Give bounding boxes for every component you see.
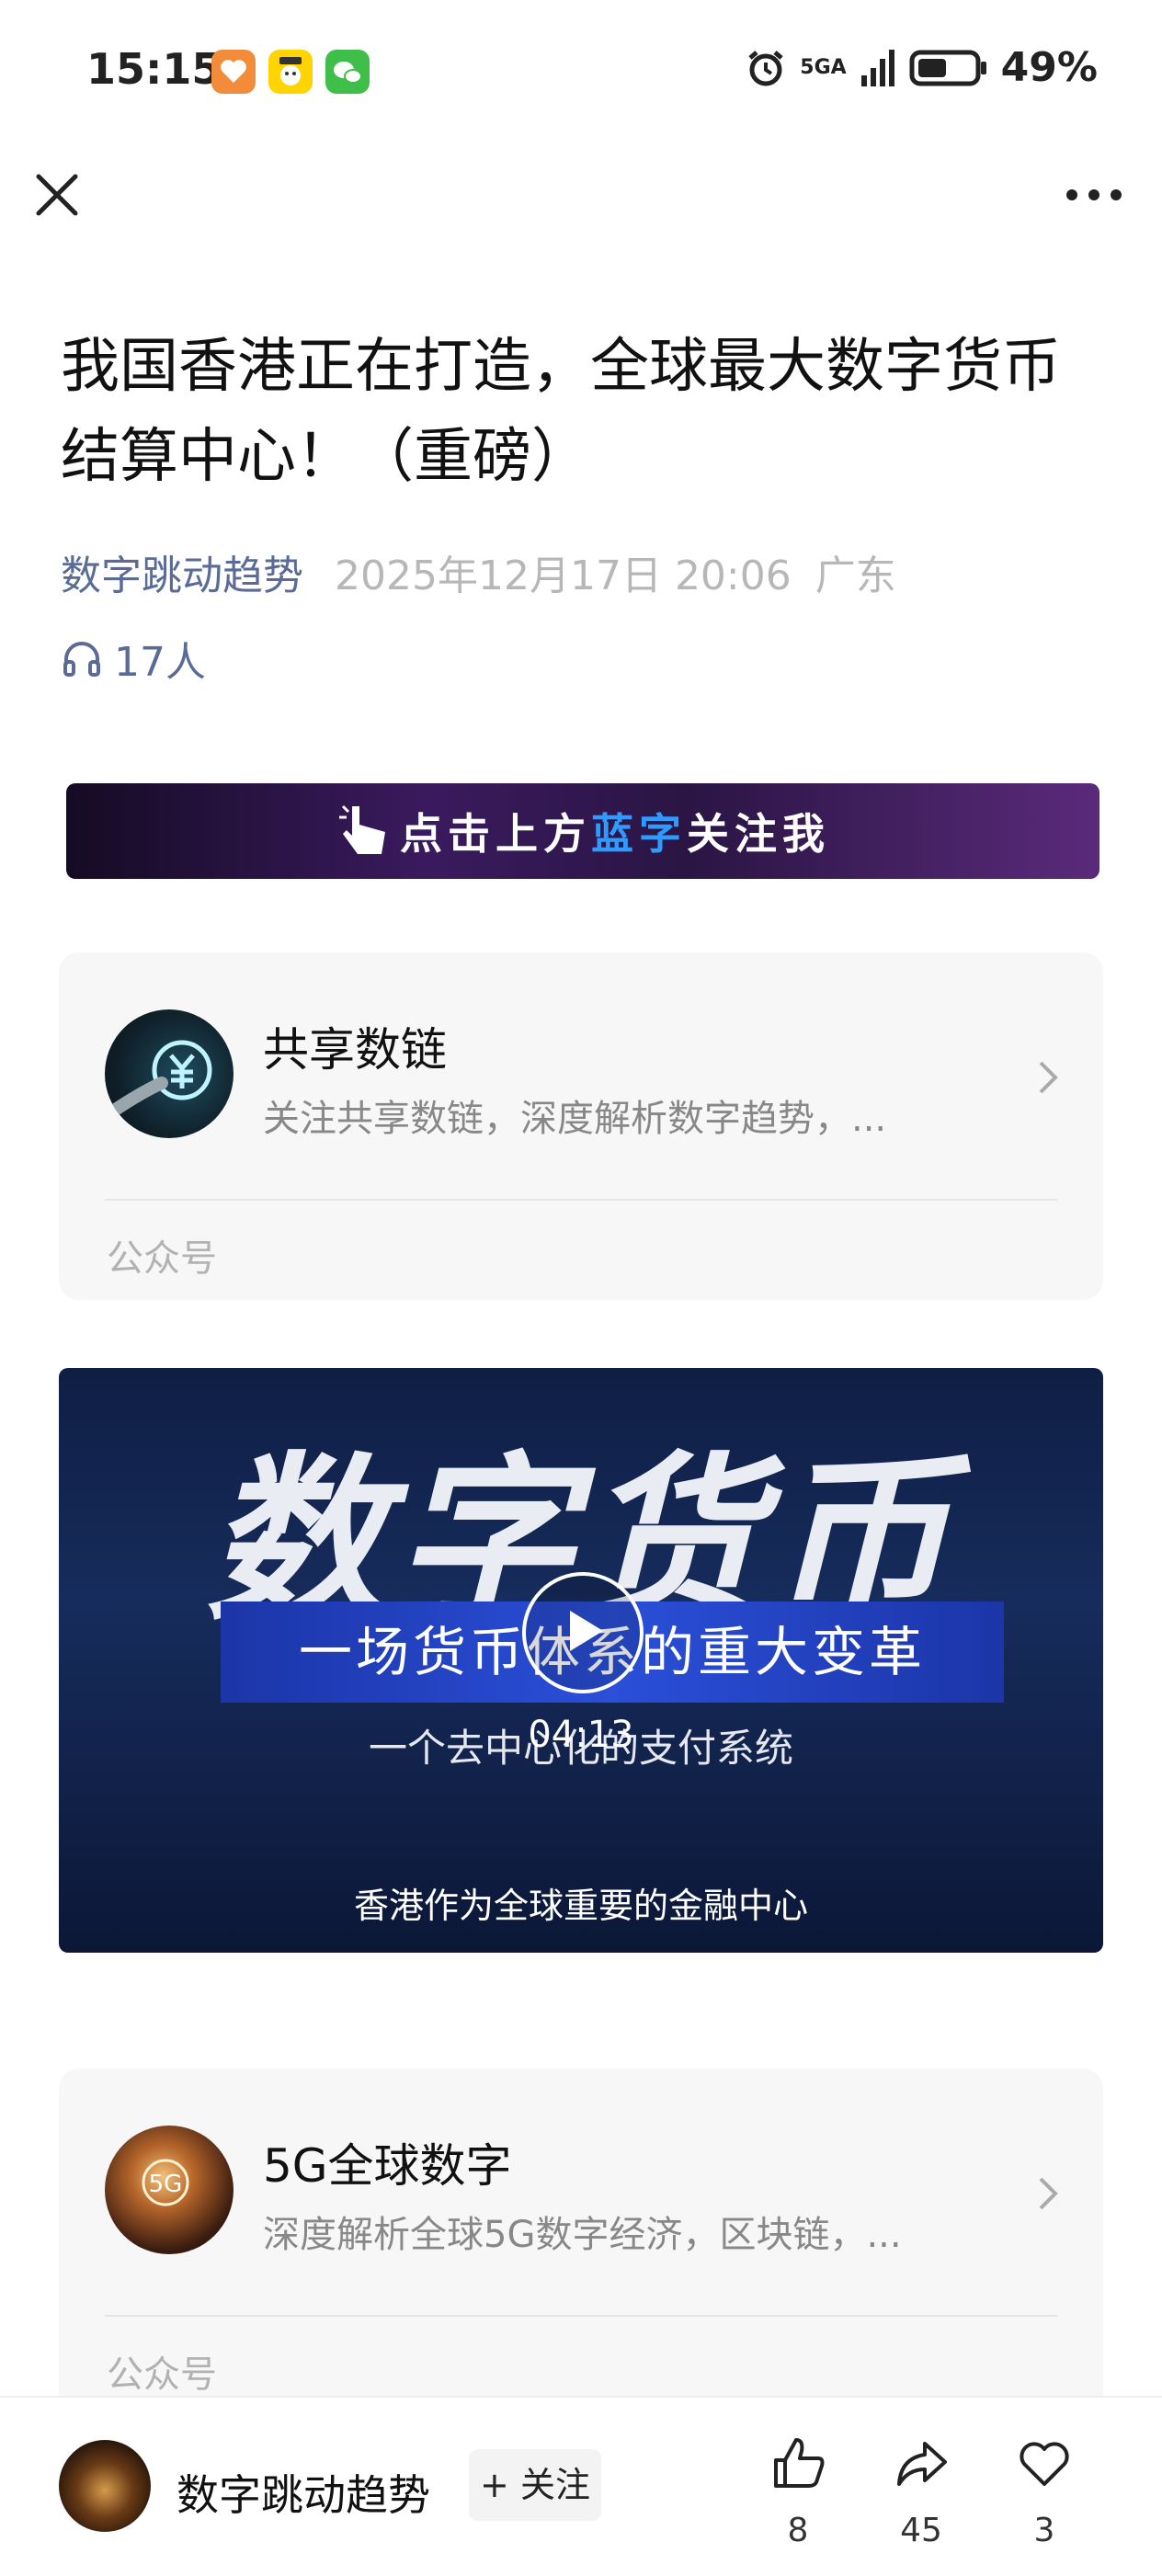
battery-percent: 49% <box>1000 44 1098 91</box>
wechat-icon <box>325 50 370 94</box>
like-button[interactable]: 8 <box>752 2434 844 2549</box>
account-desc: 关注共享数链，深度解析数字趋势，... <box>263 1098 887 1140</box>
close-button[interactable] <box>28 165 86 224</box>
account-name: 共享数链 <box>263 1023 447 1077</box>
thumbs-up-icon <box>774 2438 825 2488</box>
account-name: 5G全球数字 <box>263 2139 512 2193</box>
close-icon <box>36 174 78 216</box>
yuan-coin-icon <box>108 1040 212 1117</box>
chevron-right-icon <box>1039 1061 1058 1094</box>
account-type: 公众号 <box>107 1237 217 1280</box>
card-divider <box>105 1199 1057 1201</box>
share-count: 45 <box>900 2512 942 2549</box>
5g-logo-icon: 5G <box>142 2159 189 2206</box>
account-desc: 深度解析全球5G数字经济，区块链，... <box>263 2214 902 2256</box>
publish-date: 2025年12月17日 20:06 <box>335 553 792 599</box>
account-avatar <box>105 1009 234 1138</box>
play-button[interactable] <box>522 1572 644 1693</box>
status-indicators: 5GA 49% <box>745 44 1098 91</box>
game-app-icon <box>268 50 313 94</box>
video-player[interactable]: 数字货币 一场货币体系的重大变革 一个去中心化的支付系统 香港作为全球重要的金融… <box>59 1368 1103 1953</box>
banner-text-before: 点击上方 <box>400 809 591 859</box>
bottom-action-bar: 数字跳动趋势 + 关注 8 45 3 <box>0 2396 1162 2576</box>
video-caption: 香港作为全球重要的金融中心 <box>353 1886 808 1926</box>
banner-text-after: 关注我 <box>687 809 830 859</box>
article-meta: 数字跳动趋势 2025年12月17日 20:06 广东 <box>61 542 896 601</box>
author-link[interactable]: 数字跳动趋势 <box>61 553 303 599</box>
heart-icon <box>1020 2442 1069 2486</box>
favorite-button[interactable]: 3 <box>998 2434 1090 2549</box>
status-time: 15:15 <box>86 44 222 94</box>
listen-count[interactable]: 17人 <box>61 629 206 688</box>
network-type: 5GA <box>800 56 847 79</box>
account-avatar: 5G <box>105 2126 234 2254</box>
battery-icon <box>909 50 986 85</box>
top-bar <box>0 165 1162 248</box>
like-count: 8 <box>787 2512 809 2549</box>
pointer-hand-icon <box>339 804 385 854</box>
banner-text: 点击上方 蓝字 关注我 <box>66 783 1099 879</box>
more-icon <box>1066 189 1122 200</box>
publish-location: 广东 <box>815 553 896 599</box>
signal-icon <box>860 49 894 86</box>
account-card[interactable]: 5G 5G全球数字 深度解析全球5G数字经济，区块链，... 公众号 <box>59 2069 1103 2416</box>
chevron-right-icon <box>1039 2177 1058 2210</box>
listeners-label: 17人 <box>114 639 206 686</box>
video-duration: 04:13 <box>528 1714 634 1756</box>
bottom-author-name[interactable]: 数字跳动趋势 <box>177 2462 430 2523</box>
account-card[interactable]: 共享数链 关注共享数链，深度解析数字趋势，... 公众号 <box>59 952 1103 1300</box>
card-divider <box>105 2315 1057 2317</box>
share-icon <box>897 2442 947 2486</box>
article-title: 我国香港正在打造，全球最大数字货币结算中心！（重磅） <box>61 333 1061 491</box>
favorite-count: 3 <box>1033 2512 1055 2549</box>
banner-text-blue: 蓝字 <box>591 809 687 859</box>
follow-button[interactable]: + 关注 <box>469 2449 601 2521</box>
health-app-icon <box>211 50 256 94</box>
more-button[interactable] <box>1057 165 1131 224</box>
status-bar: 15:15 5GA 49% <box>0 0 1162 147</box>
follow-banner[interactable]: 点击上方 蓝字 关注我 <box>66 783 1099 879</box>
play-icon <box>570 1611 603 1651</box>
alarm-icon <box>748 50 783 85</box>
account-type: 公众号 <box>107 2354 217 2396</box>
share-button[interactable]: 45 <box>875 2434 967 2549</box>
headphones-icon <box>63 642 100 677</box>
svg-text:5G: 5G <box>149 2171 183 2198</box>
author-avatar[interactable] <box>59 2440 151 2532</box>
